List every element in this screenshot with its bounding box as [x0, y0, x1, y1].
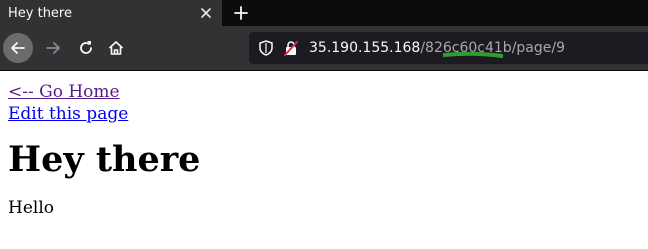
- arrow-left-icon: [11, 42, 25, 54]
- reload-icon: [80, 41, 92, 54]
- page-heading: Hey there: [8, 139, 201, 180]
- insecure-lock-icon[interactable]: [283, 40, 299, 56]
- home-icon: [108, 41, 124, 55]
- plus-icon[interactable]: [230, 2, 252, 24]
- reload-button[interactable]: [71, 33, 101, 63]
- page-body-text: Hello: [8, 198, 54, 218]
- arrow-right-icon: [46, 42, 60, 54]
- active-tab[interactable]: Hey there: [0, 0, 222, 26]
- address-bar[interactable]: 35.190.155.168/826c60c41b/page/9: [249, 32, 648, 64]
- forward-button[interactable]: [38, 33, 68, 63]
- tab-strip: Hey there: [0, 0, 648, 26]
- url-text: 35.190.155.168/826c60c41b/page/9: [309, 40, 565, 56]
- close-icon[interactable]: [196, 3, 216, 23]
- home-button[interactable]: [101, 33, 131, 63]
- url-host: 35.190.155.168: [309, 40, 421, 56]
- navigation-toolbar: 35.190.155.168/826c60c41b/page/9: [0, 26, 648, 70]
- edit-page-link[interactable]: Edit this page: [8, 103, 640, 125]
- go-home-link[interactable]: <-- Go Home: [8, 81, 640, 103]
- tab-title: Hey there: [8, 5, 72, 21]
- shield-icon[interactable]: [258, 40, 274, 56]
- back-button[interactable]: [3, 33, 33, 63]
- highlight-annotation: [443, 51, 503, 58]
- page-content: <-- Go Home Edit this page Hey there Hel…: [0, 71, 648, 218]
